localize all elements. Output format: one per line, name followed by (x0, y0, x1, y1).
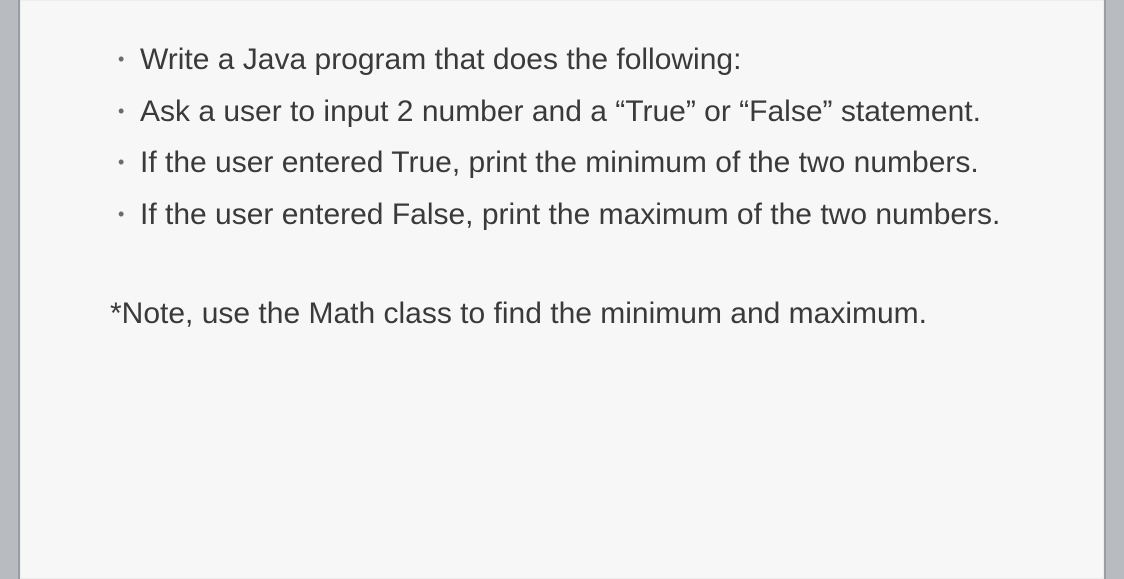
bullet-item: If the user entered True, print the mini… (110, 141, 1014, 185)
bullet-item: Write a Java program that does the follo… (110, 38, 1014, 82)
bullet-list: Write a Java program that does the follo… (110, 38, 1014, 236)
document-page: Write a Java program that does the follo… (18, 0, 1106, 579)
bullet-item: If the user entered False, print the max… (110, 193, 1014, 237)
viewer-frame: Write a Java program that does the follo… (0, 0, 1124, 579)
note-text: *Note, use the Math class to find the mi… (110, 292, 1014, 336)
bullet-item: Ask a user to input 2 number and a “True… (110, 90, 1014, 134)
